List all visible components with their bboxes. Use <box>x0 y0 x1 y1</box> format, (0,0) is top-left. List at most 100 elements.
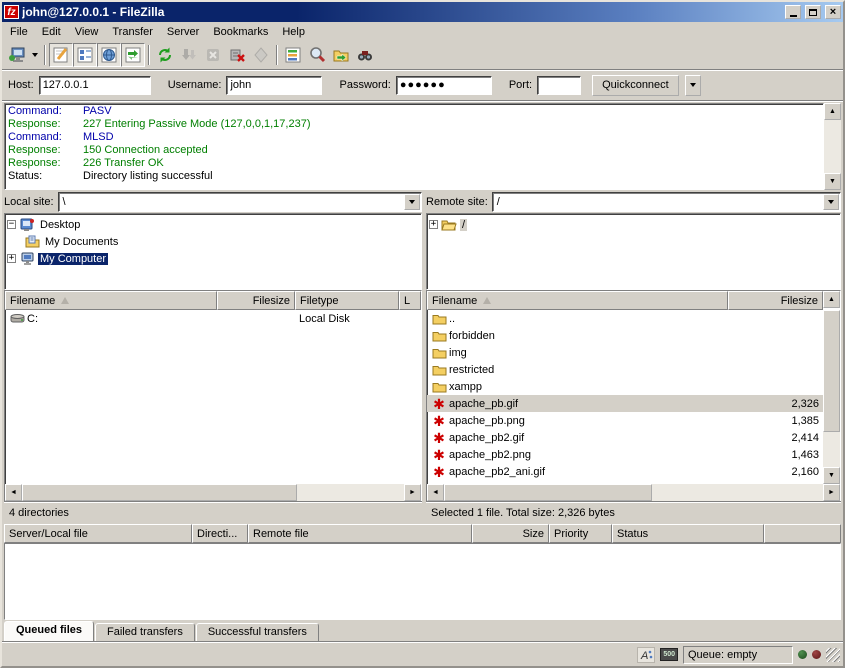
file-name: xampp <box>449 381 482 393</box>
remote-row-restricted[interactable]: restricted <box>427 361 823 378</box>
site-manager-dropdown[interactable] <box>29 43 41 67</box>
tree-item-desktop[interactable]: − Desktop <box>7 216 419 233</box>
tab-queued-files[interactable]: Queued files <box>4 621 94 642</box>
refresh-icon[interactable] <box>153 43 177 67</box>
tab-successful-transfers[interactable]: Successful transfers <box>196 623 319 642</box>
menu-view[interactable]: View <box>68 24 106 40</box>
tree-item-my-documents[interactable]: My Documents <box>7 233 419 250</box>
menu-transfer[interactable]: Transfer <box>105 24 160 40</box>
remote-file-list: Filename Filesize ▲ .. forbidden img res… <box>426 290 841 502</box>
ascii-datatype-icon[interactable]: A <box>637 647 655 663</box>
reconnect-icon[interactable] <box>249 43 273 67</box>
remote-vertical-scrollbar[interactable]: ▼ <box>823 310 840 484</box>
quickconnect-dropdown[interactable] <box>685 75 701 96</box>
tree-item-root[interactable]: + / <box>429 216 838 233</box>
remote-row-apache-pb2-png[interactable]: ✱apache_pb2.png1,463 <box>427 446 823 463</box>
menu-bookmarks[interactable]: Bookmarks <box>206 24 275 40</box>
resize-grip[interactable] <box>826 648 840 662</box>
quickconnect-button[interactable]: Quickconnect <box>592 75 679 96</box>
collapse-icon[interactable]: − <box>7 220 16 229</box>
scroll-down-icon[interactable]: ▼ <box>824 173 841 190</box>
column-label: Directi... <box>197 528 237 540</box>
column-header-direction[interactable]: Directi... <box>192 524 248 543</box>
close-button[interactable]: × <box>825 5 841 19</box>
remote-row-apache-pb-png[interactable]: ✱apache_pb.png1,385 <box>427 412 823 429</box>
remote-site-combo[interactable]: / <box>492 192 841 212</box>
synchronized-browsing-icon[interactable] <box>329 43 353 67</box>
remote-horizontal-scrollbar[interactable]: ◄ ► <box>427 484 840 501</box>
menu-edit[interactable]: Edit <box>35 24 68 40</box>
column-header-status[interactable]: Status <box>612 524 764 543</box>
minimize-button[interactable] <box>785 5 801 19</box>
toggle-message-log-icon[interactable] <box>49 43 73 67</box>
host-input[interactable] <box>39 76 151 95</box>
site-manager-icon[interactable] <box>5 43 29 67</box>
tree-item-my-computer[interactable]: + My Computer <box>7 250 419 267</box>
column-header-last-modified[interactable]: L <box>399 291 421 310</box>
column-header-filetype[interactable]: Filetype <box>295 291 399 310</box>
menu-server[interactable]: Server <box>160 24 206 40</box>
scroll-up-icon[interactable]: ▲ <box>824 103 841 120</box>
remote-row-xampp[interactable]: xampp <box>427 378 823 395</box>
filter-icon[interactable] <box>281 43 305 67</box>
combo-dropdown-button[interactable] <box>404 194 420 210</box>
column-header-filename[interactable]: Filename <box>5 291 217 310</box>
log-vertical-scrollbar[interactable]: ▲ ▼ <box>824 103 841 190</box>
column-header-filesize[interactable]: Filesize <box>217 291 295 310</box>
menubar: File Edit View Transfer Server Bookmarks… <box>2 22 843 41</box>
column-label: Filename <box>432 295 477 307</box>
computer-icon <box>19 251 35 266</box>
log-type: Status: <box>5 170 83 183</box>
scrollbar-thumb[interactable] <box>444 484 652 501</box>
scroll-right-icon[interactable]: ► <box>404 484 421 501</box>
column-header-remote-file[interactable]: Remote file <box>248 524 472 543</box>
remote-row-apache-pb2-ani-gif[interactable]: ✱apache_pb2_ani.gif2,160 <box>427 463 823 480</box>
remote-row-parent[interactable]: .. <box>427 310 823 327</box>
log-line: Status:Directory listing successful <box>5 170 823 183</box>
toggle-transfer-queue-icon[interactable] <box>121 43 145 67</box>
column-header-priority[interactable]: Priority <box>549 524 612 543</box>
scrollbar-thumb[interactable] <box>22 484 297 501</box>
column-header-filesize[interactable]: Filesize <box>728 291 823 310</box>
expand-icon[interactable]: + <box>429 220 438 229</box>
disconnect-icon[interactable] <box>225 43 249 67</box>
maximize-button[interactable] <box>805 5 821 19</box>
local-site-combo[interactable]: \ <box>58 192 422 212</box>
tree-item-label: My Computer <box>38 253 108 265</box>
remote-row-forbidden[interactable]: forbidden <box>427 327 823 344</box>
column-header-server-local-file[interactable]: Server/Local file <box>4 524 192 543</box>
menu-help[interactable]: Help <box>275 24 312 40</box>
column-header-filename[interactable]: Filename <box>427 291 728 310</box>
speed-limit-icon[interactable]: 500 <box>660 648 678 661</box>
remote-row-apache-pb-gif[interactable]: ✱apache_pb.gif2,326 <box>427 395 823 412</box>
titlebar[interactable]: fz john@127.0.0.1 - FileZilla × <box>2 2 843 22</box>
directory-comparison-icon[interactable] <box>305 43 329 67</box>
remote-row-img[interactable]: img <box>427 344 823 361</box>
toggle-remote-tree-icon[interactable] <box>97 43 121 67</box>
local-row-c-drive[interactable]: C: Local Disk <box>5 310 421 327</box>
toggle-local-tree-icon[interactable] <box>73 43 97 67</box>
file-size: 2,414 <box>728 432 823 444</box>
tab-failed-transfers[interactable]: Failed transfers <box>95 623 195 642</box>
scroll-up-icon[interactable]: ▲ <box>823 291 840 308</box>
combo-dropdown-button[interactable] <box>823 194 839 210</box>
menu-file[interactable]: File <box>3 24 35 40</box>
port-input[interactable] <box>537 76 581 95</box>
scroll-right-icon[interactable]: ► <box>823 484 840 501</box>
username-input[interactable] <box>226 76 322 95</box>
column-label: Size <box>523 528 544 540</box>
find-files-icon[interactable] <box>353 43 377 67</box>
queue-body[interactable] <box>4 543 841 620</box>
column-label: Filetype <box>300 295 339 307</box>
remote-row-apache-pb2-gif[interactable]: ✱apache_pb2.gif2,414 <box>427 429 823 446</box>
expand-icon[interactable]: + <box>7 254 16 263</box>
password-input[interactable] <box>396 76 492 95</box>
cancel-icon[interactable] <box>201 43 225 67</box>
scroll-left-icon[interactable]: ◄ <box>427 484 444 501</box>
scroll-down-icon[interactable]: ▼ <box>823 467 840 484</box>
process-queue-icon[interactable] <box>177 43 201 67</box>
scrollbar-thumb[interactable] <box>823 310 840 432</box>
scroll-left-icon[interactable]: ◄ <box>5 484 22 501</box>
local-horizontal-scrollbar[interactable]: ◄ ► <box>5 484 421 501</box>
column-header-size[interactable]: Size <box>472 524 549 543</box>
